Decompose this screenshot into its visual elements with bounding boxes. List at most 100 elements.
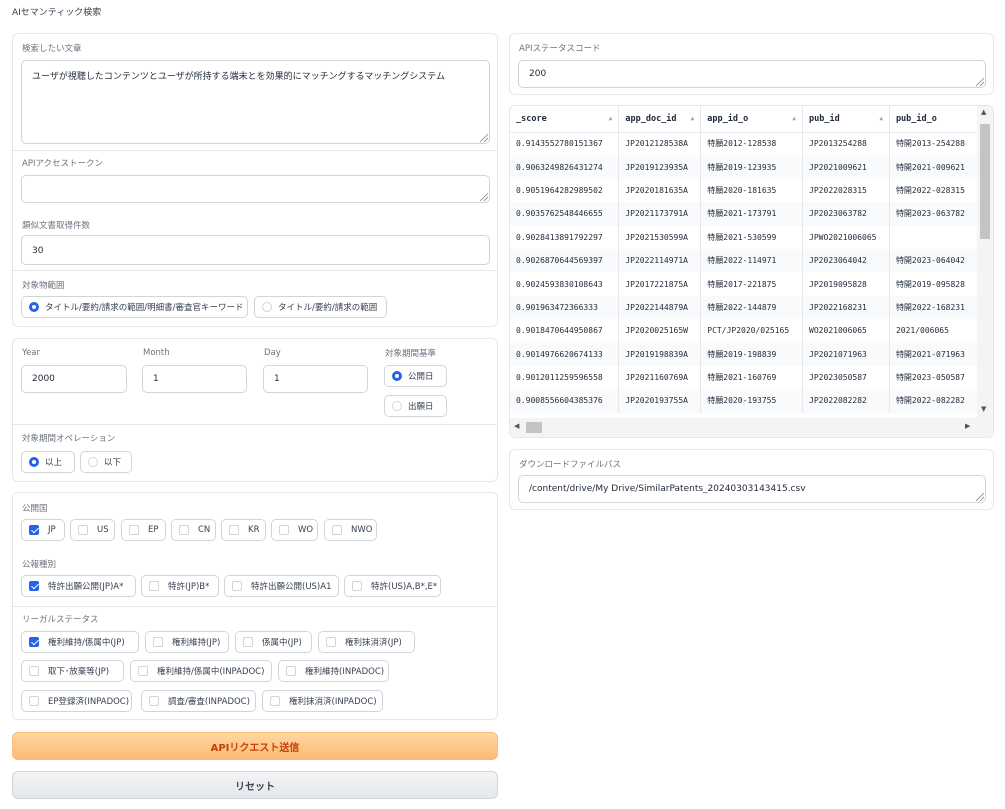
- legal-option-5[interactable]: 権利維持/係属中(INPADOC): [130, 660, 272, 682]
- table-row[interactable]: 0.9008556604385376 JP2020193755A 特願2020-19…: [510, 389, 978, 413]
- checkbox-icon[interactable]: [29, 666, 39, 676]
- table-cell[interactable]: 0.9063249826431274: [510, 155, 620, 179]
- kind-option-2[interactable]: 特許出願公開(US)A1: [224, 575, 339, 597]
- table-cell[interactable]: JP2019198839A: [618, 342, 702, 366]
- table-cell[interactable]: 特願2012-128538: [700, 132, 804, 156]
- country-option-0[interactable]: JP: [21, 519, 65, 541]
- table-cell[interactable]: JP2021160769A: [618, 365, 702, 390]
- table-cell[interactable]: JP2012128538A: [618, 132, 702, 156]
- legal-option-8[interactable]: 調査/審査(INPADOC): [141, 690, 256, 712]
- table-row[interactable]: 0.9014976620674133 JP2019198839A 特願2019-19…: [510, 342, 978, 366]
- submit-button[interactable]: APIリクエスト送信: [12, 732, 498, 760]
- table-cell[interactable]: 特願2019-123935: [700, 155, 804, 179]
- day-input[interactable]: 1: [263, 365, 368, 393]
- table-cell[interactable]: 0.9008556604385376: [510, 389, 620, 413]
- table-cell[interactable]: 特願2022-114971: [700, 248, 804, 273]
- table-row[interactable]: 0.9063249826431274 JP2019123935A 特願2019-12…: [510, 155, 978, 179]
- horizontal-scrollbar[interactable]: ◀ ▶: [510, 418, 993, 437]
- year-input[interactable]: 2000: [21, 365, 127, 393]
- country-option-6[interactable]: NWO: [324, 519, 377, 541]
- table-cell[interactable]: 特願2020-181635: [700, 178, 804, 203]
- table-cell[interactable]: WO2021006065: [802, 319, 890, 343]
- status-output[interactable]: 200: [518, 60, 986, 88]
- country-option-5[interactable]: WO: [271, 519, 318, 541]
- column-header[interactable]: _score ▲: [510, 106, 620, 133]
- table-cell[interactable]: JP2013254288: [802, 132, 890, 156]
- basis-option-publish[interactable]: 公開日: [384, 365, 447, 387]
- target-option-full[interactable]: タイトル/要約/請求の範囲/明細書/審査官キーワード: [21, 296, 248, 318]
- checkbox-icon[interactable]: [179, 525, 189, 535]
- checkbox-icon[interactable]: [229, 525, 239, 535]
- query-textarea[interactable]: ユーザが視聴したコンテンツとユーザが所持する端末とを効果的にマッチングするマッチ…: [21, 60, 490, 144]
- radio-icon[interactable]: [392, 401, 402, 411]
- vertical-scroll-thumb[interactable]: [980, 124, 990, 239]
- op-option-lte[interactable]: 以下: [80, 451, 132, 473]
- table-cell[interactable]: 特開2013-254288: [889, 132, 978, 156]
- legal-option-9[interactable]: 権利抹消済(INPADOC): [262, 690, 383, 712]
- table-cell[interactable]: 特願2019-198839: [700, 342, 804, 366]
- token-input[interactable]: [21, 175, 490, 203]
- resize-grip-icon[interactable]: [976, 493, 984, 501]
- column-header[interactable]: pub_id ▲: [802, 106, 890, 133]
- table-cell[interactable]: JP2022082282: [802, 389, 890, 413]
- resize-grip-icon[interactable]: [480, 134, 488, 142]
- checkbox-icon[interactable]: [153, 637, 163, 647]
- scroll-down-icon[interactable]: ▼: [981, 405, 986, 413]
- table-cell[interactable]: PCT/JP2020/025165: [700, 319, 804, 343]
- table-cell[interactable]: JP2021071963: [802, 342, 890, 366]
- radio-selected-icon[interactable]: [29, 457, 39, 467]
- scroll-up-icon[interactable]: ▲: [981, 108, 986, 116]
- table-cell[interactable]: 2021/006065: [889, 319, 978, 343]
- table-cell[interactable]: JP2017221875A: [618, 272, 702, 296]
- table-cell[interactable]: 特開2023-050587: [889, 365, 978, 390]
- table-cell[interactable]: JP2023064042: [802, 248, 890, 273]
- legal-option-2[interactable]: 係属中(JP): [235, 631, 312, 653]
- basis-option-filing[interactable]: 出願日: [384, 395, 447, 417]
- table-cell[interactable]: 0.9143552780151367: [510, 132, 620, 156]
- checkbox-icon[interactable]: [78, 525, 88, 535]
- checkbox-icon[interactable]: [279, 525, 289, 535]
- scroll-left-icon[interactable]: ◀: [514, 422, 519, 430]
- checkbox-icon[interactable]: [326, 637, 336, 647]
- count-input[interactable]: 30: [21, 235, 490, 265]
- table-row[interactable]: 0.9012011259596558 JP2021160769A 特願2021-16…: [510, 365, 978, 390]
- table-cell[interactable]: 0.9035762548446655: [510, 202, 620, 226]
- country-option-3[interactable]: CN: [171, 519, 216, 541]
- table-cell[interactable]: 0.9014976620674133: [510, 342, 620, 366]
- checkbox-icon[interactable]: [138, 666, 148, 676]
- table-cell[interactable]: 特願2021-530599: [700, 225, 804, 249]
- radio-selected-icon[interactable]: [29, 302, 39, 312]
- checkbox-icon[interactable]: [129, 525, 139, 535]
- table-cell[interactable]: 0.9012011259596558: [510, 365, 620, 390]
- table-row[interactable]: 0.9035762548446655 JP2021173791A 特願2021-17…: [510, 202, 978, 226]
- horizontal-scroll-thumb[interactable]: [526, 422, 542, 433]
- kind-option-3[interactable]: 特許(US)A,B*,E*: [344, 575, 441, 597]
- vertical-scrollbar[interactable]: ▲ ▼: [977, 106, 993, 419]
- checkbox-icon[interactable]: [29, 696, 39, 706]
- table-cell[interactable]: JP2020025165W: [618, 319, 702, 343]
- column-header[interactable]: app_doc_id ▲: [618, 106, 702, 133]
- legal-option-6[interactable]: 権利維持(INPADOC): [278, 660, 389, 682]
- table-cell[interactable]: 特願2022-144879: [700, 295, 804, 320]
- checkbox-icon[interactable]: [332, 525, 342, 535]
- column-header[interactable]: app_id_o ▲: [700, 106, 804, 133]
- table-cell[interactable]: JP2020181635A: [618, 178, 702, 203]
- table-cell[interactable]: 特開2021-009621: [889, 155, 978, 179]
- table-cell[interactable]: 特願2020-193755: [700, 389, 804, 413]
- table-cell[interactable]: JP2019123935A: [618, 155, 702, 179]
- table-cell[interactable]: 特開2019-095828: [889, 272, 978, 296]
- table-cell[interactable]: 特開2023-063782: [889, 202, 978, 226]
- table-cell[interactable]: JPWO2021006065: [802, 225, 890, 249]
- table-cell[interactable]: 0.9018470644950867: [510, 319, 620, 343]
- table-cell[interactable]: JP2023063782: [802, 202, 890, 226]
- table-cell[interactable]: JP2019095828: [802, 272, 890, 296]
- table-cell[interactable]: 特願2017-221875: [700, 272, 804, 296]
- column-header[interactable]: pub_id_o: [889, 106, 978, 133]
- table-cell[interactable]: 特開2022-028315: [889, 178, 978, 203]
- reset-button[interactable]: リセット: [12, 771, 498, 799]
- table-cell[interactable]: 特開2023-064042: [889, 248, 978, 273]
- table-cell[interactable]: 0.9024593830108643: [510, 272, 620, 296]
- legal-option-1[interactable]: 権利維持(JP): [145, 631, 229, 653]
- table-row[interactable]: 0.9018470644950867 JP2020025165W PCT/JP202…: [510, 319, 978, 343]
- table-row[interactable]: 0.9051964282989502 JP2020181635A 特願2020-18…: [510, 178, 978, 203]
